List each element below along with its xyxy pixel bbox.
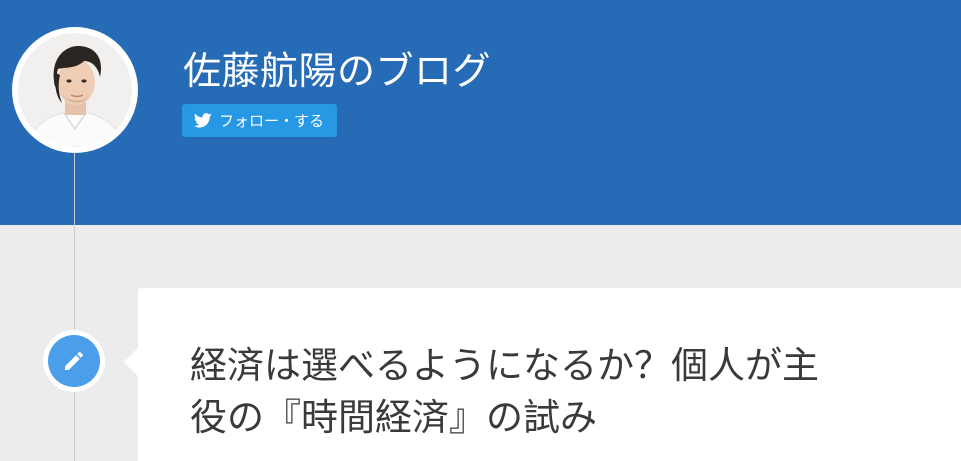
blog-header — [0, 0, 961, 225]
entry-title-line-2: 役の『時間経済』の試み — [190, 396, 597, 439]
blog-page: 佐藤航陽のブログ フォロー・する 経済は選べるようになるか？個人が主 役の『時間… — [0, 0, 961, 461]
entry-title-link[interactable]: 経済は選べるようになるか？個人が主 役の『時間経済』の試み — [190, 340, 961, 444]
author-avatar[interactable] — [12, 27, 138, 153]
blog-title[interactable]: 佐藤航陽のブログ — [183, 40, 491, 95]
entry-title-line-1: 経済は選べるようになるか？個人が主 — [190, 344, 819, 387]
twitter-follow-button[interactable]: フォロー・する — [182, 104, 338, 137]
entry-card-pointer — [124, 348, 138, 376]
follow-button-label: フォロー・する — [219, 112, 325, 130]
entry-icon — [43, 330, 105, 392]
author-photo-illustration — [18, 33, 132, 147]
timeline-line — [74, 150, 75, 461]
author-photo — [18, 33, 132, 147]
entry-icon-circle — [48, 335, 100, 387]
pencil-icon — [65, 352, 83, 370]
twitter-bird-icon — [194, 113, 212, 128]
